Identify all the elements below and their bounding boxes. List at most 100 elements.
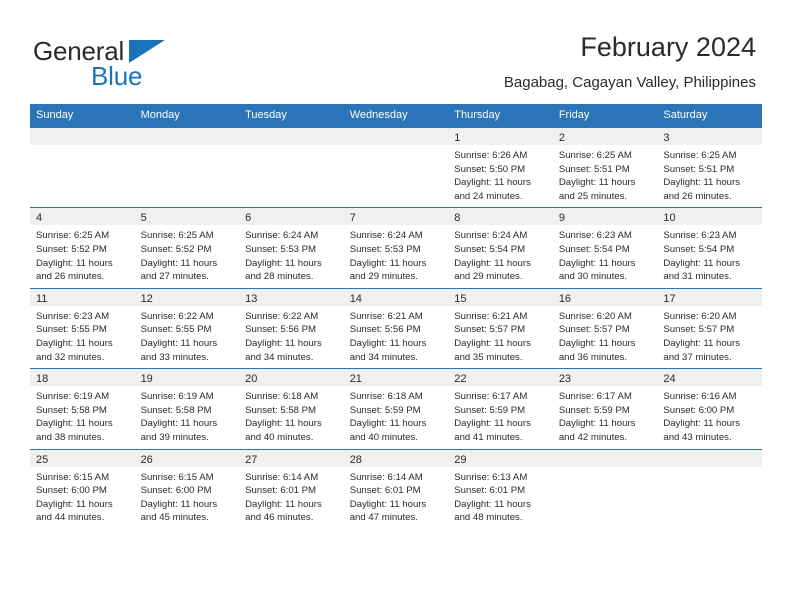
sunrise-text: Sunrise: 6:25 AM	[36, 230, 110, 242]
daylight-text-line2: and 40 minutes.	[349, 431, 418, 443]
day-details: Sunrise: 6:16 AM Sunset: 6:00 PM Daylight:…	[657, 386, 762, 448]
day-cell[interactable]: 29 Sunrise: 6:13 AM Sunset: 6:01 PM Dayligh…	[448, 448, 553, 529]
logo-triangle-icon	[129, 40, 165, 63]
daylight-text-line2: and 30 minutes.	[558, 271, 628, 283]
daylight-text-line1: Daylight: 11 hours	[36, 257, 113, 269]
daylight-text-line2: and 37 minutes.	[663, 351, 732, 363]
title-block: February 2024 Bagabag, Cagayan Valley, P…	[504, 30, 756, 94]
day-details: Sunrise: 6:25 AM Sunset: 5:52 PM Daylight:…	[135, 225, 240, 287]
day-details: Sunrise: 6:21 AM Sunset: 5:57 PM Daylight:…	[448, 306, 553, 368]
day-cell[interactable]: 20 Sunrise: 6:18 AM Sunset: 5:58 PM Dayligh…	[239, 368, 344, 449]
daylight-text-line2: and 39 minutes.	[140, 431, 209, 443]
day-cell[interactable]: 16 Sunrise: 6:20 AM Sunset: 5:57 PM Dayligh…	[552, 287, 658, 369]
sunrise-text: Sunrise: 6:26 AM	[454, 150, 528, 161]
sunset-text: Sunset: 6:01 PM	[454, 485, 526, 497]
daylight-text-line1: Daylight: 11 hours	[36, 418, 113, 430]
daylight-text-line2: and 32 minutes.	[36, 351, 105, 363]
day-cell[interactable]: 27 Sunrise: 6:14 AM Sunset: 6:01 PM Dayligh…	[239, 448, 344, 529]
daylight-text-line2: and 47 minutes.	[349, 512, 418, 524]
sunrise-text: Sunrise: 6:19 AM	[140, 391, 214, 403]
day-number: 3	[657, 128, 762, 145]
day-cell-empty	[134, 128, 240, 208]
day-details: Sunrise: 6:18 AM Sunset: 5:59 PM Daylight:…	[344, 386, 449, 448]
day-cell[interactable]: 24 Sunrise: 6:16 AM Sunset: 6:00 PM Dayligh…	[657, 368, 762, 449]
daylight-text-line2: and 28 minutes.	[245, 271, 314, 283]
day-cell[interactable]: 7 Sunrise: 6:24 AM Sunset: 5:53 PM Daylight…	[343, 207, 449, 289]
day-cell[interactable]: 21 Sunrise: 6:18 AM Sunset: 5:59 PM Dayligh…	[343, 368, 449, 449]
day-details: Sunrise: 6:17 AM Sunset: 5:59 PM Daylight:…	[553, 386, 658, 448]
daylight-text-line1: Daylight: 11 hours	[558, 177, 636, 189]
day-cell[interactable]: 14 Sunrise: 6:21 AM Sunset: 5:56 PM Dayligh…	[343, 287, 449, 369]
weekday-header: Sunday Monday Tuesday Wednesday Thursday Frid…	[30, 104, 762, 128]
daylight-text-line1: Daylight: 11 hours	[245, 257, 322, 269]
day-cell[interactable]: 17 Sunrise: 6:20 AM Sunset: 5:57 PM Dayligh…	[657, 287, 762, 369]
page-subtitle: Bagabag, Cagayan Valley, Philippines	[503, 74, 756, 91]
daylight-text-line1: Daylight: 11 hours	[663, 418, 740, 430]
day-details: Sunrise: 6:19 AM Sunset: 5:58 PM Daylight:…	[30, 386, 135, 448]
sunset-text: Sunset: 5:55 PM	[140, 324, 212, 336]
day-cell[interactable]: 22 Sunrise: 6:17 AM Sunset: 5:59 PM Dayligh…	[448, 368, 553, 449]
sunset-text: Sunset: 5:52 PM	[140, 243, 212, 255]
day-details: Sunrise: 6:15 AM Sunset: 6:00 PM Daylight:…	[30, 467, 135, 529]
sunrise-text: Sunrise: 6:24 AM	[245, 230, 319, 242]
day-cell[interactable]: 25 Sunrise: 6:15 AM Sunset: 6:00 PM Dayligh…	[30, 448, 135, 529]
day-number: 19	[134, 369, 240, 387]
sunrise-text: Sunrise: 6:15 AM	[140, 471, 214, 483]
sunrise-text: Sunrise: 6:17 AM	[558, 391, 632, 403]
day-number: 18	[30, 369, 135, 387]
day-details: Sunrise: 6:24 AM Sunset: 5:54 PM Daylight:…	[448, 225, 553, 287]
day-cell[interactable]: 6 Sunrise: 6:24 AM Sunset: 5:53 PM Daylight…	[239, 207, 344, 289]
general-blue-logo[interactable]: General Blue	[33, 36, 243, 92]
day-number: 15	[448, 288, 553, 306]
weekday-header-monday: Monday	[134, 104, 240, 128]
calendar-week-row: 1 Sunrise: 6:26 AM Sunset: 5:50 PM Daylight…	[30, 128, 762, 208]
daylight-text-line2: and 29 minutes.	[349, 271, 418, 283]
day-cell[interactable]: 10 Sunrise: 6:23 AM Sunset: 5:54 PM Dayligh…	[657, 207, 762, 289]
day-cell[interactable]: 1 Sunrise: 6:26 AM Sunset: 5:50 PM Daylight…	[448, 128, 553, 208]
day-number: 10	[657, 208, 762, 226]
daylight-text-line2: and 42 minutes.	[558, 431, 628, 443]
day-cell[interactable]: 15 Sunrise: 6:21 AM Sunset: 5:57 PM Dayligh…	[448, 287, 553, 369]
sunset-text: Sunset: 5:51 PM	[663, 163, 735, 175]
sunrise-text: Sunrise: 6:22 AM	[140, 310, 214, 322]
daylight-text-line1: Daylight: 11 hours	[36, 337, 113, 349]
sunset-text: Sunset: 5:54 PM	[454, 243, 526, 255]
sunrise-text: Sunrise: 6:23 AM	[36, 310, 110, 322]
sunset-text: Sunset: 5:57 PM	[663, 324, 735, 336]
day-cell-empty	[30, 128, 135, 208]
calendar-week-row: 4 Sunrise: 6:25 AM Sunset: 5:52 PM Daylight…	[30, 207, 762, 289]
day-details: Sunrise: 6:26 AM Sunset: 5:50 PM Daylight:…	[448, 145, 553, 207]
day-cell[interactable]: 2 Sunrise: 6:25 AM Sunset: 5:51 PM Daylight…	[552, 128, 658, 208]
day-cell[interactable]: 8 Sunrise: 6:24 AM Sunset: 5:54 PM Daylight…	[448, 207, 553, 289]
day-cell[interactable]: 11 Sunrise: 6:23 AM Sunset: 5:55 PM Dayligh…	[30, 287, 135, 369]
day-cell[interactable]: 26 Sunrise: 6:15 AM Sunset: 6:00 PM Dayligh…	[134, 448, 240, 529]
day-cell[interactable]: 5 Sunrise: 6:25 AM Sunset: 5:52 PM Daylight…	[134, 207, 240, 289]
sunrise-text: Sunrise: 6:18 AM	[245, 391, 319, 403]
daylight-text-line1: Daylight: 11 hours	[663, 177, 740, 189]
day-cell[interactable]: 19 Sunrise: 6:19 AM Sunset: 5:58 PM Dayligh…	[134, 368, 240, 449]
weekday-header-saturday: Saturday	[657, 104, 762, 128]
day-cell[interactable]: 12 Sunrise: 6:22 AM Sunset: 5:55 PM Dayligh…	[134, 287, 240, 369]
daylight-text-line2: and 25 minutes.	[558, 190, 628, 202]
day-cell[interactable]: 4 Sunrise: 6:25 AM Sunset: 5:52 PM Daylight…	[30, 207, 135, 289]
day-details: Sunrise: 6:15 AM Sunset: 6:00 PM Daylight:…	[135, 467, 240, 529]
day-number	[657, 449, 762, 467]
day-cell[interactable]: 18 Sunrise: 6:19 AM Sunset: 5:58 PM Dayligh…	[30, 368, 135, 449]
calendar-body: 1 Sunrise: 6:26 AM Sunset: 5:50 PM Daylight…	[30, 128, 762, 529]
day-cell[interactable]: 9 Sunrise: 6:23 AM Sunset: 5:54 PM Daylight…	[552, 207, 658, 289]
day-number	[30, 128, 135, 145]
daylight-text-line2: and 40 minutes.	[245, 431, 314, 443]
day-cell[interactable]: 13 Sunrise: 6:22 AM Sunset: 5:56 PM Dayligh…	[239, 287, 344, 369]
day-cell[interactable]: 3 Sunrise: 6:25 AM Sunset: 5:51 PM Daylight…	[657, 128, 762, 208]
day-number: 16	[552, 288, 658, 306]
daylight-text-line2: and 44 minutes.	[36, 512, 105, 524]
sunrise-text: Sunrise: 6:19 AM	[36, 391, 110, 403]
day-cell[interactable]: 28 Sunrise: 6:14 AM Sunset: 6:01 PM Dayligh…	[343, 448, 449, 529]
sunset-text: Sunset: 5:59 PM	[558, 404, 630, 416]
day-cell[interactable]: 23 Sunrise: 6:17 AM Sunset: 5:59 PM Dayligh…	[552, 368, 658, 449]
day-number: 8	[448, 208, 553, 226]
day-details: Sunrise: 6:25 AM Sunset: 5:52 PM Daylight:…	[30, 225, 135, 287]
weekday-header-thursday: Thursday	[448, 104, 553, 128]
day-number	[343, 128, 449, 145]
day-number	[239, 128, 344, 145]
